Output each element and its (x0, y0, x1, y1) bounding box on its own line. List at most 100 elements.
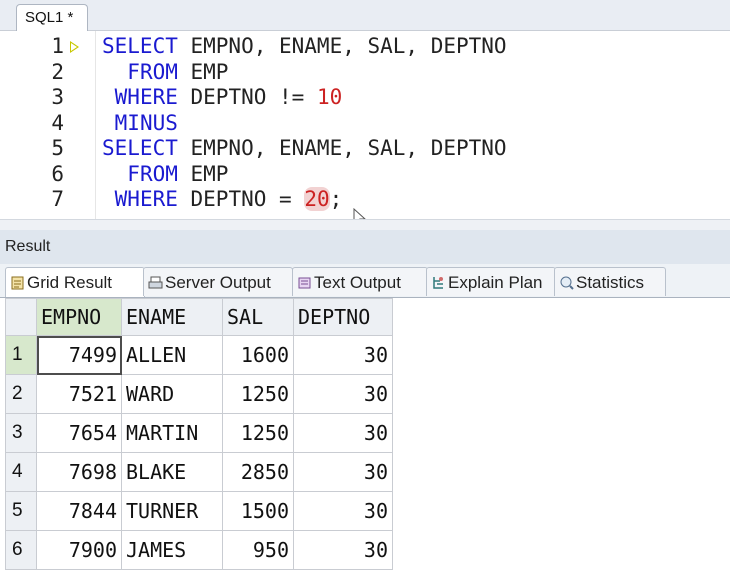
code-text: WHERE DEPTNO != 10 (102, 85, 343, 110)
code-token: ; (329, 187, 343, 211)
row-number[interactable]: 2 (5, 374, 37, 414)
grid-cell-sal[interactable]: 1250 (222, 413, 294, 453)
grid-cell-empno[interactable]: 7698 (36, 452, 122, 492)
printer-icon (148, 276, 163, 289)
code-token: EMPNO, ENAME, SAL, DEPTNO (177, 34, 507, 58)
sql-keyword: FROM (127, 161, 178, 186)
sql-keyword: MINUS (114, 110, 178, 135)
result-panel-title: Result (5, 238, 51, 255)
table-row[interactable]: 2 7521 WARD 1250 30 (5, 374, 393, 414)
row-number[interactable]: 6 (5, 530, 37, 570)
grid-cell-sal[interactable]: 2850 (222, 452, 294, 492)
code-line: 1 SELECT EMPNO, ENAME, SAL, DEPTNO (0, 34, 730, 59)
table-row[interactable]: 3 7654 MARTIN 1250 30 (5, 413, 393, 453)
result-panel-header: Result (0, 230, 730, 265)
grid-header-row: EMPNO ENAME SAL DEPTNO (5, 298, 393, 336)
code-text: SELECT EMPNO, ENAME, SAL, DEPTNO (102, 34, 507, 59)
grid-cell-deptno[interactable]: 30 (293, 452, 393, 492)
code-line: 2 FROM EMP (0, 60, 730, 85)
grid-cell-empno[interactable]: 7900 (36, 530, 122, 570)
grid-cell-ename[interactable]: WARD (121, 374, 223, 414)
sql-keyword: SELECT (102, 136, 178, 160)
grid-icon (11, 276, 24, 290)
code-text: SELECT EMPNO, ENAME, SAL, DEPTNO (102, 136, 507, 161)
grid-cell-ename[interactable]: ALLEN (121, 335, 223, 375)
tab-label: Explain Plan (448, 273, 543, 292)
line-number: 7 (51, 187, 64, 211)
code-line: 6 FROM EMP (0, 162, 730, 187)
grid-cell-ename[interactable]: JAMES (121, 530, 223, 570)
row-number[interactable]: 1 (5, 335, 37, 375)
row-number[interactable]: 4 (5, 452, 37, 492)
statistics-icon (560, 276, 574, 290)
tab-sql1[interactable]: SQL1 * (16, 4, 89, 31)
table-row[interactable]: 4 7698 BLAKE 2850 30 (5, 452, 393, 492)
column-header-deptno[interactable]: DEPTNO (293, 298, 393, 336)
table-row[interactable]: 6 7900 JAMES 950 30 (5, 530, 393, 570)
text-output-icon (298, 277, 311, 289)
code-token: DEPTNO = (177, 187, 305, 211)
result-grid-area: EMPNO ENAME SAL DEPTNO 1 7499 ALLEN 1600 30 2 752… (0, 298, 730, 570)
column-header-sal[interactable]: SAL (222, 298, 294, 336)
grid-cell-deptno[interactable]: 30 (293, 413, 393, 453)
grid-cell-empno[interactable]: 7521 (36, 374, 122, 414)
result-tab-bar: Grid Result Server Output Text Output Expla… (0, 264, 730, 298)
line-number: 1 (51, 34, 64, 58)
line-number: 6 (51, 161, 64, 186)
editor-tab-bar: SQL1 * (0, 0, 730, 31)
line-number: 4 (51, 110, 64, 135)
grid-cell-ename[interactable]: MARTIN (121, 413, 223, 453)
row-number[interactable]: 3 (5, 413, 37, 453)
table-row[interactable]: 1 7499 ALLEN 1600 30 (5, 335, 393, 375)
sql-keyword: FROM (127, 59, 178, 84)
sql-keyword: WHERE (114, 187, 178, 211)
tab-grid-result[interactable]: Grid Result (5, 267, 145, 297)
grid-cell-empno[interactable]: 7844 (36, 491, 122, 531)
grid-cell-deptno[interactable]: 30 (293, 530, 393, 570)
code-line: 4 MINUS (0, 111, 730, 136)
grid-cell-deptno[interactable]: 30 (293, 335, 393, 375)
column-header-empno[interactable]: EMPNO (36, 298, 122, 336)
code-token: DEPTNO != (177, 85, 317, 109)
table-row[interactable]: 5 7844 TURNER 1500 30 (5, 491, 393, 531)
grid-cell-sal[interactable]: 1600 (222, 335, 294, 375)
tab-label: Text Output (314, 273, 401, 292)
result-grid: EMPNO ENAME SAL DEPTNO 1 7499 ALLEN 1600 30 2 752… (5, 298, 393, 570)
grid-cell-sal[interactable]: 950 (222, 530, 294, 570)
line-number: 3 (51, 85, 64, 109)
grid-cell-empno[interactable]: 7499 (36, 335, 122, 375)
row-number[interactable]: 5 (5, 491, 37, 531)
numeric-literal: 10 (316, 85, 343, 109)
grid-cell-deptno[interactable]: 30 (293, 491, 393, 531)
column-header-ename[interactable]: ENAME (121, 298, 223, 336)
tab-label: Grid Result (27, 273, 113, 292)
explain-plan-icon (433, 277, 443, 289)
grid-corner-cell (5, 298, 37, 336)
tab-label: Server Output (165, 273, 271, 292)
tab-statistics[interactable]: Statistics (554, 267, 666, 296)
sql-keyword: WHERE (114, 85, 178, 109)
tab-server-output[interactable]: Server Output (143, 267, 293, 296)
code-token: EMP (177, 161, 229, 186)
grid-cell-ename[interactable]: TURNER (121, 491, 223, 531)
grid-cell-deptno[interactable]: 30 (293, 374, 393, 414)
code-line: 5 SELECT EMPNO, ENAME, SAL, DEPTNO (0, 136, 730, 161)
grid-cell-sal[interactable]: 1250 (222, 374, 294, 414)
grid-cell-empno[interactable]: 7654 (36, 413, 122, 453)
line-number: 2 (51, 59, 64, 84)
code-line: 3 WHERE DEPTNO != 10 (0, 85, 730, 110)
tab-label: Statistics (576, 273, 645, 292)
code-token: EMPNO, ENAME, SAL, DEPTNO (177, 136, 507, 160)
tab-text-output[interactable]: Text Output (292, 267, 428, 296)
grid-cell-sal[interactable]: 1500 (222, 491, 294, 531)
line-number: 5 (51, 136, 64, 160)
sql-editor[interactable]: 1 SELECT EMPNO, ENAME, SAL, DEPTNO 2 FROM … (0, 31, 730, 219)
code-text: MINUS (102, 111, 178, 136)
sql-keyword: SELECT (102, 34, 178, 58)
tab-explain-plan[interactable]: Explain Plan (426, 267, 556, 296)
grid-cell-ename[interactable]: BLAKE (121, 452, 223, 492)
